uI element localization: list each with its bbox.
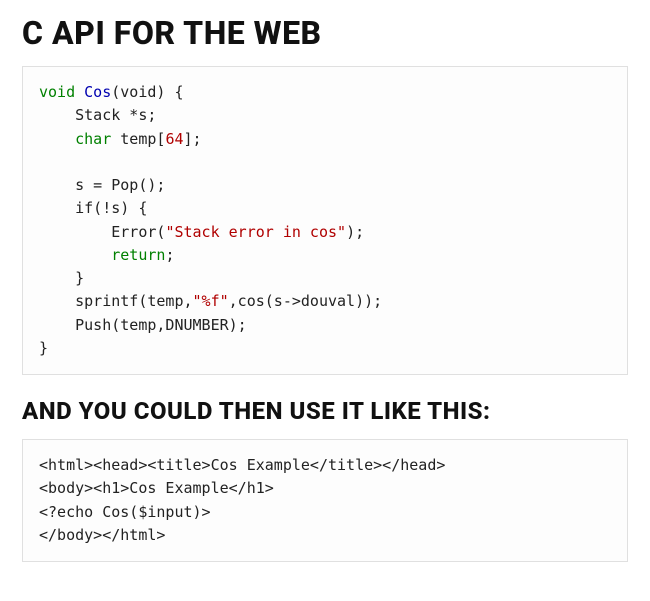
page-title: C API FOR THE WEB — [22, 14, 628, 52]
code-line: if(!s) { — [39, 199, 147, 217]
code-token: ); — [346, 223, 364, 241]
code-line: <body><h1>Cos Example</h1> — [39, 479, 274, 497]
code-line: <?echo Cos($input)> — [39, 503, 211, 521]
code-line: s = Pop(); — [39, 176, 165, 194]
code-token-string: "%f" — [193, 292, 229, 310]
code-token-keyword: void — [39, 83, 75, 101]
code-token: ,cos(s->douval)); — [229, 292, 383, 310]
code-token: temp[ — [111, 130, 165, 148]
code-token-string: "Stack error in cos" — [165, 223, 346, 241]
code-token-number: 64 — [165, 130, 183, 148]
code-line: <html><head><title>Cos Example</title></… — [39, 456, 445, 474]
code-token: ; — [165, 246, 174, 264]
code-token-keyword: return — [39, 246, 165, 264]
code-token: Error( — [39, 223, 165, 241]
code-line: } — [39, 269, 84, 287]
code-token: (void) { — [111, 83, 183, 101]
code-block-html: <html><head><title>Cos Example</title></… — [22, 439, 628, 562]
code-line: } — [39, 339, 48, 357]
code-token: ]; — [184, 130, 202, 148]
code-token-function: Cos — [84, 83, 111, 101]
code-token: sprintf(temp, — [39, 292, 193, 310]
code-line: Stack *s; — [39, 106, 156, 124]
code-line: </body></html> — [39, 526, 165, 544]
page: C API FOR THE WEB void Cos(void) { Stack… — [0, 0, 650, 592]
code-block-c: void Cos(void) { Stack *s; char temp[64]… — [22, 66, 628, 375]
section-title: AND YOU COULD THEN USE IT LIKE THIS: — [22, 397, 628, 425]
code-token-keyword: char — [39, 130, 111, 148]
code-line: Push(temp,DNUMBER); — [39, 316, 247, 334]
